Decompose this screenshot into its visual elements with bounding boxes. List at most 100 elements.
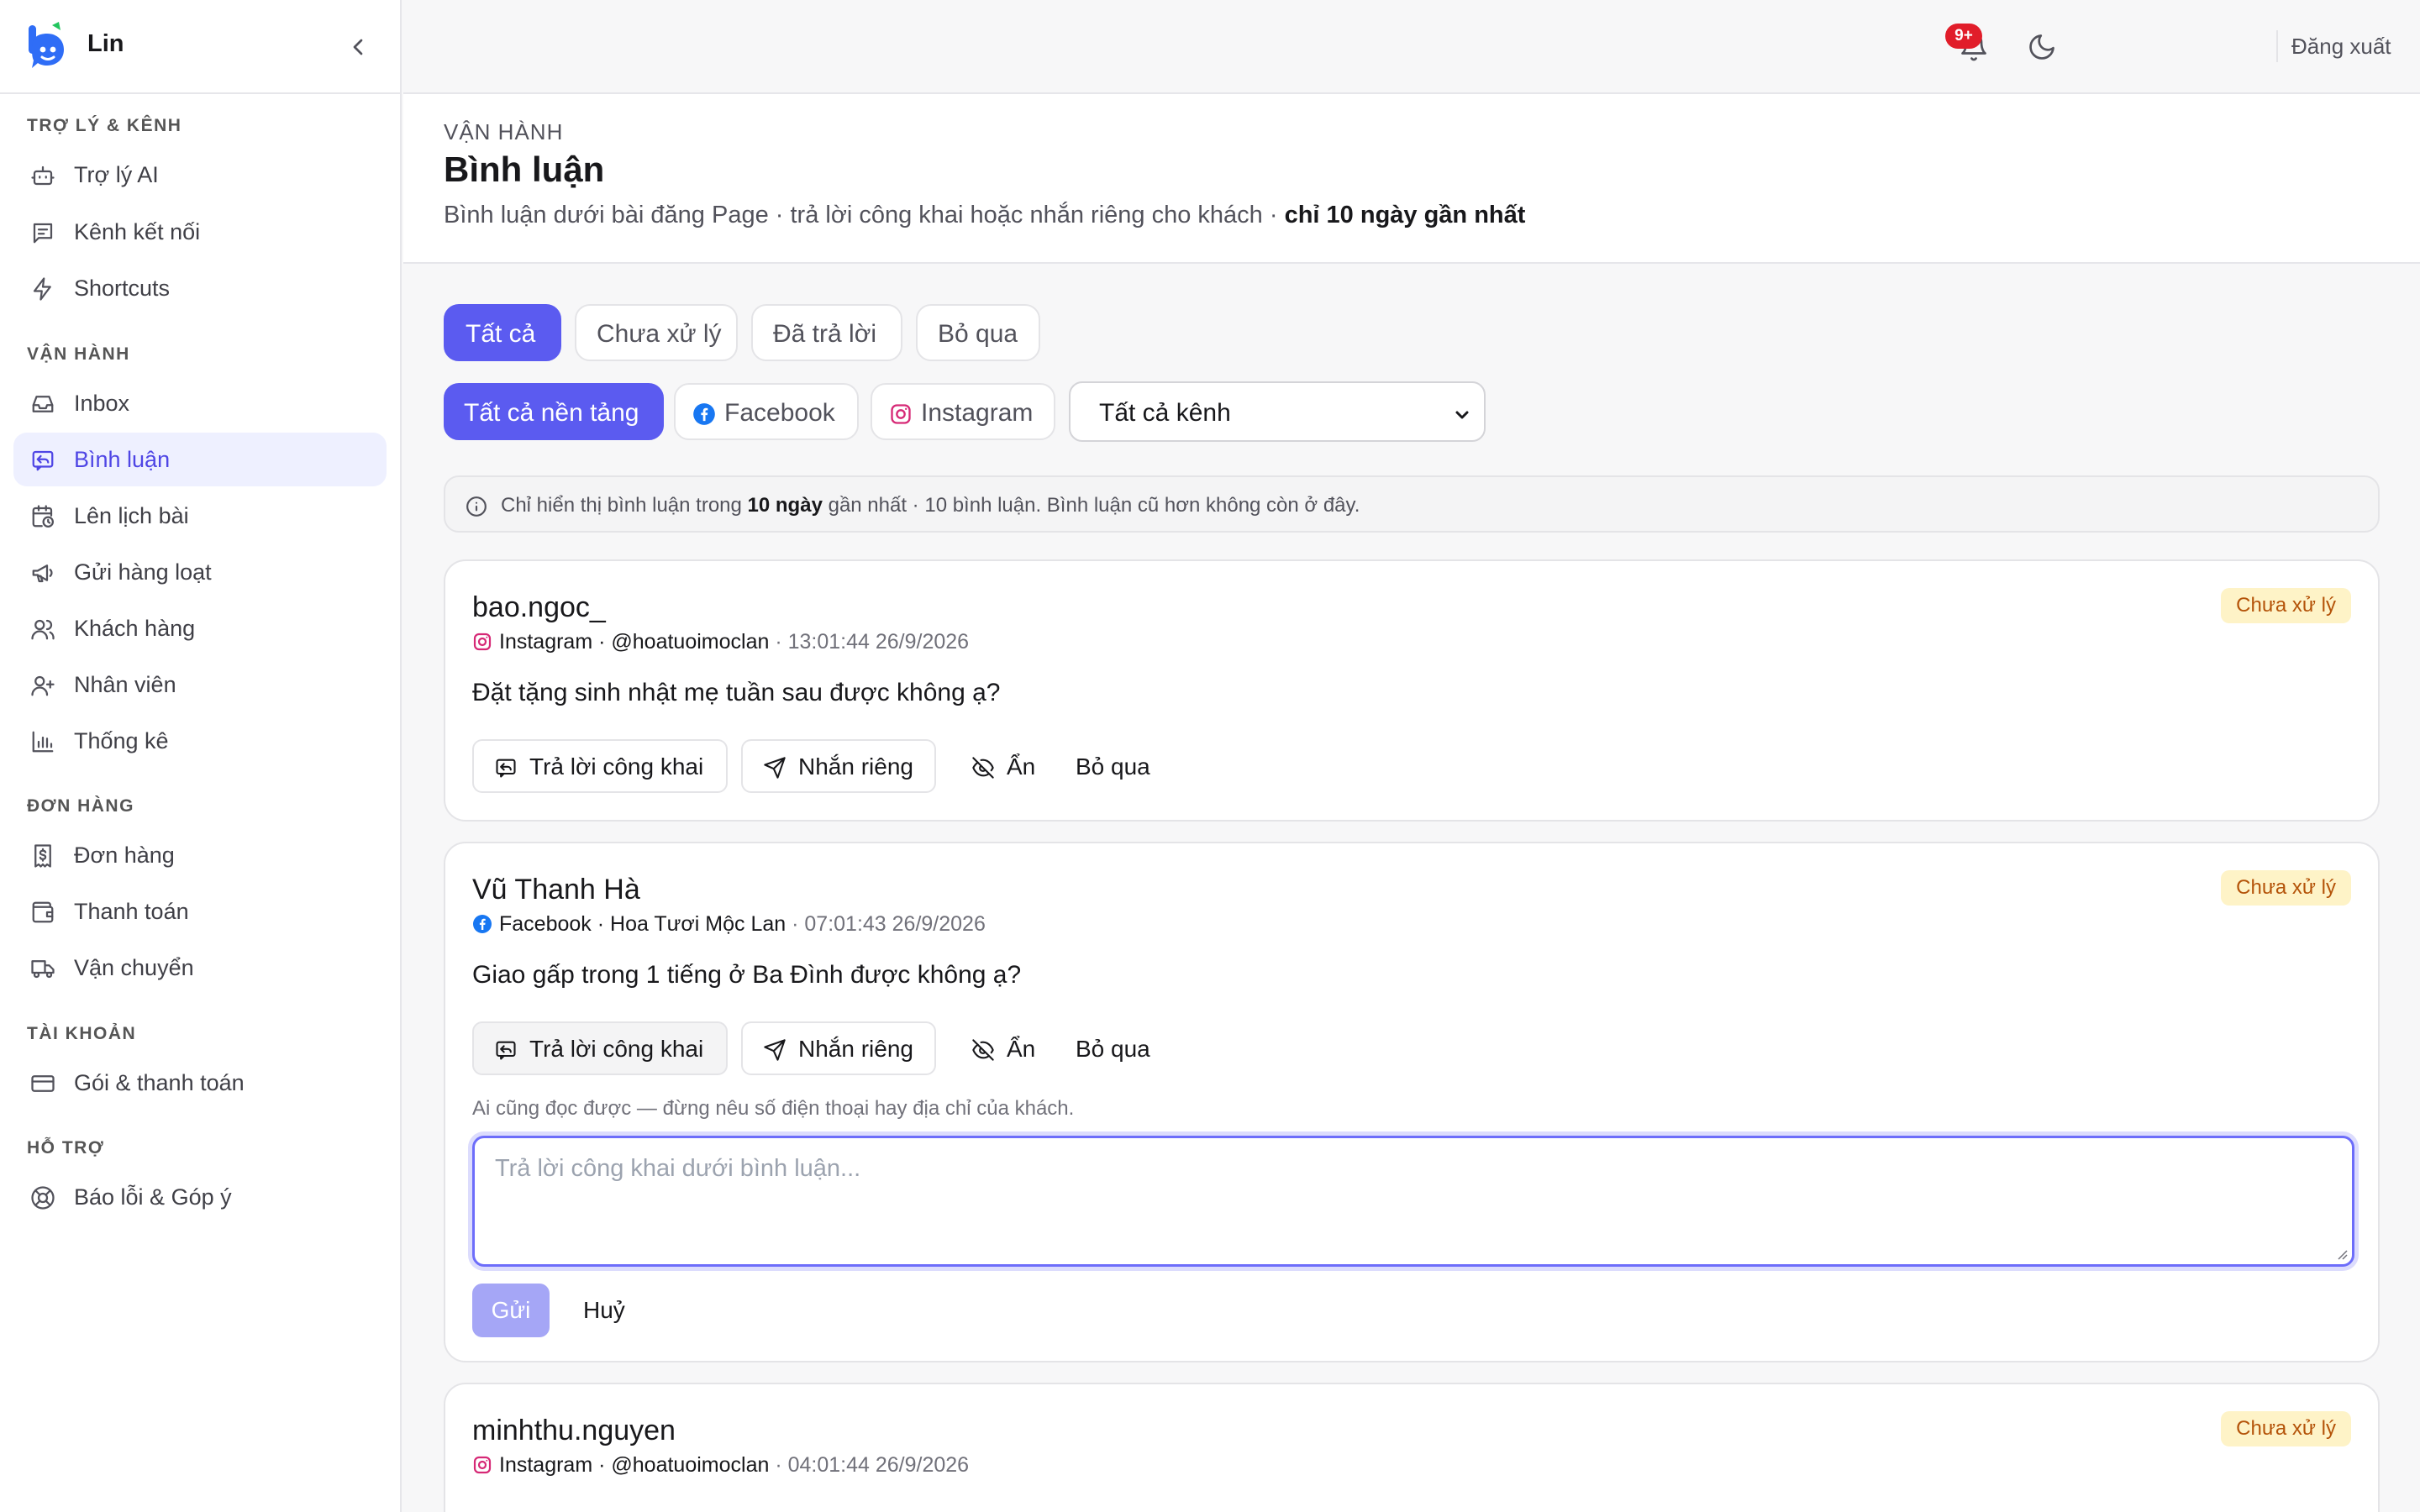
- comment-meta: Instagram · @hoatuoimoclan · 13:01:44 26…: [472, 630, 969, 654]
- info-text-prefix: Chỉ hiển thị bình luận trong: [501, 494, 748, 517]
- credit-card-icon: [31, 1075, 55, 1092]
- filter-platform-all[interactable]: Tất cả nền tảng: [444, 383, 664, 440]
- bot-icon: [31, 165, 55, 186]
- nav-section-title: TRỢ LÝ & KÊNH: [27, 116, 182, 135]
- sidebar-item-inbox[interactable]: Inbox: [13, 376, 387, 430]
- send-button[interactable]: Gửi: [472, 1284, 550, 1337]
- logout-button[interactable]: Đăng xuất: [2291, 34, 2391, 60]
- filter-status-all[interactable]: Tất cả: [444, 304, 561, 361]
- sidebar-item-channels[interactable]: Kênh kết nối: [13, 205, 387, 259]
- instagram-icon: [473, 633, 492, 651]
- filter-status-pending[interactable]: Chưa xử lý: [575, 304, 738, 361]
- instagram-icon: [891, 404, 911, 424]
- sidebar-item-orders[interactable]: Đơn hàng: [13, 828, 387, 882]
- sidebar-item-payments[interactable]: Thanh toán: [13, 885, 387, 938]
- page-header: VẬN HÀNH Bình luận Bình luận dưới bài đă…: [403, 94, 2420, 264]
- sidebar-item-schedule-posts[interactable]: Lên lịch bài: [13, 489, 387, 543]
- topbar-divider: [2276, 30, 2278, 62]
- sidebar-item-statistics[interactable]: Thống kê: [13, 714, 387, 768]
- user-plus-icon: [31, 675, 55, 696]
- sidebar-item-label: Trợ lý AI: [74, 162, 159, 187]
- sidebar-item-broadcast[interactable]: Gửi hàng loạt: [13, 545, 387, 599]
- receipt-icon: [34, 844, 51, 868]
- button-label: Bỏ qua: [1076, 753, 1150, 780]
- sidebar-item-label: Nhân viên: [74, 672, 176, 697]
- info-text: Chỉ hiển thị bình luận trong 10 ngày gần…: [501, 494, 1360, 517]
- wallet-icon: [32, 901, 54, 923]
- lifebuoy-icon: [31, 1186, 55, 1210]
- button-label: Bỏ qua: [1076, 1036, 1150, 1062]
- status-badge: Chưa xử lý: [2221, 870, 2351, 906]
- sidebar-item-shortcuts[interactable]: Shortcuts: [13, 261, 387, 315]
- zap-icon: [33, 277, 51, 301]
- comment-text: Đặt tặng sinh nhật mẹ tuần sau được khôn…: [472, 679, 1001, 706]
- chip-label: Chưa xử lý: [597, 320, 722, 348]
- sidebar-item-customers[interactable]: Khách hàng: [13, 601, 387, 655]
- page-title: Bình luận: [444, 150, 605, 189]
- resize-grip-icon[interactable]: [2333, 1246, 2349, 1261]
- sidebar-item-feedback[interactable]: Báo lỗi & Góp ý: [13, 1170, 387, 1224]
- button-label: Trả lời công khai: [529, 753, 704, 780]
- filter-platform-facebook[interactable]: Facebook: [674, 383, 859, 440]
- sidebar-item-comments[interactable]: Bình luận: [13, 433, 387, 486]
- page-subtitle-emphasis: chỉ 10 ngày gần nhất: [1284, 202, 1526, 228]
- reply-public-button[interactable]: Trả lời công khai: [472, 739, 728, 793]
- sidebar-item-plan-billing[interactable]: Gói & thanh toán: [13, 1056, 387, 1110]
- comment-reply-icon: [32, 450, 54, 471]
- filter-status-ignored[interactable]: Bỏ qua: [916, 304, 1040, 361]
- top-bar: 9+ Đăng xuất: [403, 0, 2420, 94]
- comment-time: 13:01:44 26/9/2026: [787, 630, 970, 654]
- calendar-clock-icon: [32, 505, 54, 528]
- comment-meta: Instagram · @hoatuoimoclan · 04:01:44 26…: [472, 1453, 969, 1478]
- megaphone-icon: [32, 564, 53, 583]
- nav-section-title: VẬN HÀNH: [27, 344, 130, 364]
- private-message-button[interactable]: Nhắn riêng: [741, 1021, 936, 1075]
- eye-off-icon: [972, 1039, 994, 1061]
- button-label: Nhắn riêng: [798, 1036, 913, 1062]
- info-banner: Chỉ hiển thị bình luận trong 10 ngày gần…: [444, 475, 2380, 533]
- status-badge: Chưa xử lý: [2221, 588, 2351, 623]
- chip-label: Đã trả lời: [773, 320, 877, 348]
- status-badge: Chưa xử lý: [2221, 1411, 2351, 1446]
- comment-time: 07:01:43 26/9/2026: [804, 912, 986, 936]
- comment-author: bao.ngoc_: [472, 591, 606, 623]
- sidebar-item-shipping[interactable]: Vận chuyển: [13, 941, 387, 995]
- textarea-placeholder: Trả lời công khai dưới bình luận...: [495, 1155, 861, 1182]
- sidebar-item-label: Vận chuyển: [74, 955, 194, 980]
- comment-card: bao.ngoc_ Instagram · @hoatuoimoclan · 1…: [444, 559, 2380, 822]
- public-reply-textarea[interactable]: Trả lời công khai dưới bình luận...: [472, 1136, 2354, 1267]
- hide-button[interactable]: Ẩn: [950, 739, 1042, 793]
- sidebar-item-label: Thống kê: [74, 728, 169, 753]
- chip-label: Tất cả nền tảng: [464, 399, 639, 427]
- chip-label: Bỏ qua: [938, 320, 1018, 348]
- sidebar-item-ai-assistant[interactable]: Trợ lý AI: [13, 148, 387, 202]
- chip-label: Instagram: [921, 399, 1034, 427]
- sidebar-item-label: Inbox: [74, 391, 130, 416]
- channel-select-value: Tất cả kênh: [1099, 399, 1231, 427]
- filter-status-replied[interactable]: Đã trả lời: [751, 304, 902, 361]
- private-message-button[interactable]: Nhắn riêng: [741, 739, 936, 793]
- comment-reply-icon: [496, 1041, 516, 1060]
- channel-select[interactable]: Tất cả kênh: [1069, 381, 1486, 442]
- page-eyebrow: VẬN HÀNH: [444, 119, 564, 144]
- filter-platform-instagram[interactable]: Instagram: [871, 383, 1055, 440]
- comment-page: Hoa Tươi Mộc Lan: [610, 912, 786, 936]
- chevron-down-icon: [1455, 411, 1469, 419]
- sidebar-item-label: Khách hàng: [74, 616, 196, 641]
- ignore-button[interactable]: Bỏ qua: [1055, 739, 1165, 793]
- info-text-suffix: gần nhất · 10 bình luận. Bình luận cũ hơ…: [822, 494, 1360, 517]
- collapse-sidebar-button[interactable]: [345, 34, 371, 60]
- info-icon: [466, 496, 487, 517]
- brand-header: Lin: [0, 0, 402, 94]
- sidebar-item-label: Shortcuts: [74, 276, 171, 301]
- reply-public-button[interactable]: Trả lời công khai: [472, 1021, 728, 1075]
- sidebar-item-staff[interactable]: Nhân viên: [13, 658, 387, 711]
- cancel-button[interactable]: Huỷ: [583, 1297, 625, 1324]
- moon-icon[interactable]: [2027, 32, 2057, 62]
- button-label: Nhắn riêng: [798, 753, 913, 780]
- nav-section-title: HỖ TRỢ: [27, 1138, 105, 1158]
- ignore-button[interactable]: Bỏ qua: [1055, 1021, 1165, 1075]
- comment-platform: Facebook: [499, 912, 592, 936]
- facebook-icon: [473, 915, 492, 933]
- hide-button[interactable]: Ẩn: [950, 1021, 1042, 1075]
